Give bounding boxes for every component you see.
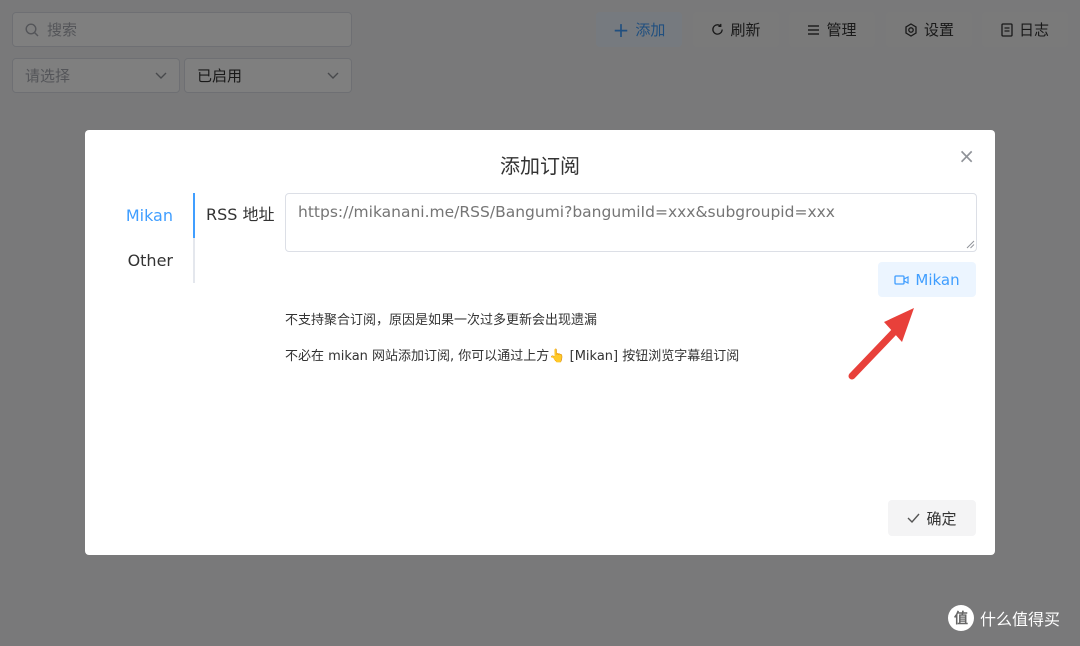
check-icon bbox=[907, 513, 921, 523]
tab-mikan[interactable]: Mikan bbox=[115, 193, 195, 238]
mikan-browse-label: Mikan bbox=[915, 270, 960, 289]
dialog-title: 添加订阅 bbox=[500, 154, 580, 178]
confirm-button-label: 确定 bbox=[926, 509, 957, 528]
watermark-text: 什么值得买 bbox=[980, 610, 1061, 629]
annotation-arrow-icon bbox=[848, 308, 914, 380]
video-camera-icon bbox=[894, 274, 909, 285]
watermark-logo: 值 bbox=[948, 605, 974, 631]
source-tabs: Mikan Other bbox=[115, 193, 195, 283]
rss-address-label: RSS 地址 bbox=[206, 205, 275, 224]
confirm-button[interactable]: 确定 bbox=[888, 500, 976, 536]
watermark: 值 什么值得买 bbox=[948, 605, 1060, 631]
mikan-browse-button[interactable]: Mikan bbox=[878, 262, 976, 297]
tab-other[interactable]: Other bbox=[115, 238, 195, 283]
hint-text: 不支持聚合订阅，原因是如果一次过多更新会出现遗漏 bbox=[285, 313, 598, 328]
hint-text: 不必在 mikan 网站添加订阅, 你可以通过上方👆 [Mikan] 按钮浏览字… bbox=[285, 349, 740, 364]
resize-handle-icon[interactable] bbox=[965, 239, 975, 249]
rss-address-input[interactable] bbox=[285, 193, 977, 252]
close-icon[interactable]: × bbox=[958, 146, 975, 166]
